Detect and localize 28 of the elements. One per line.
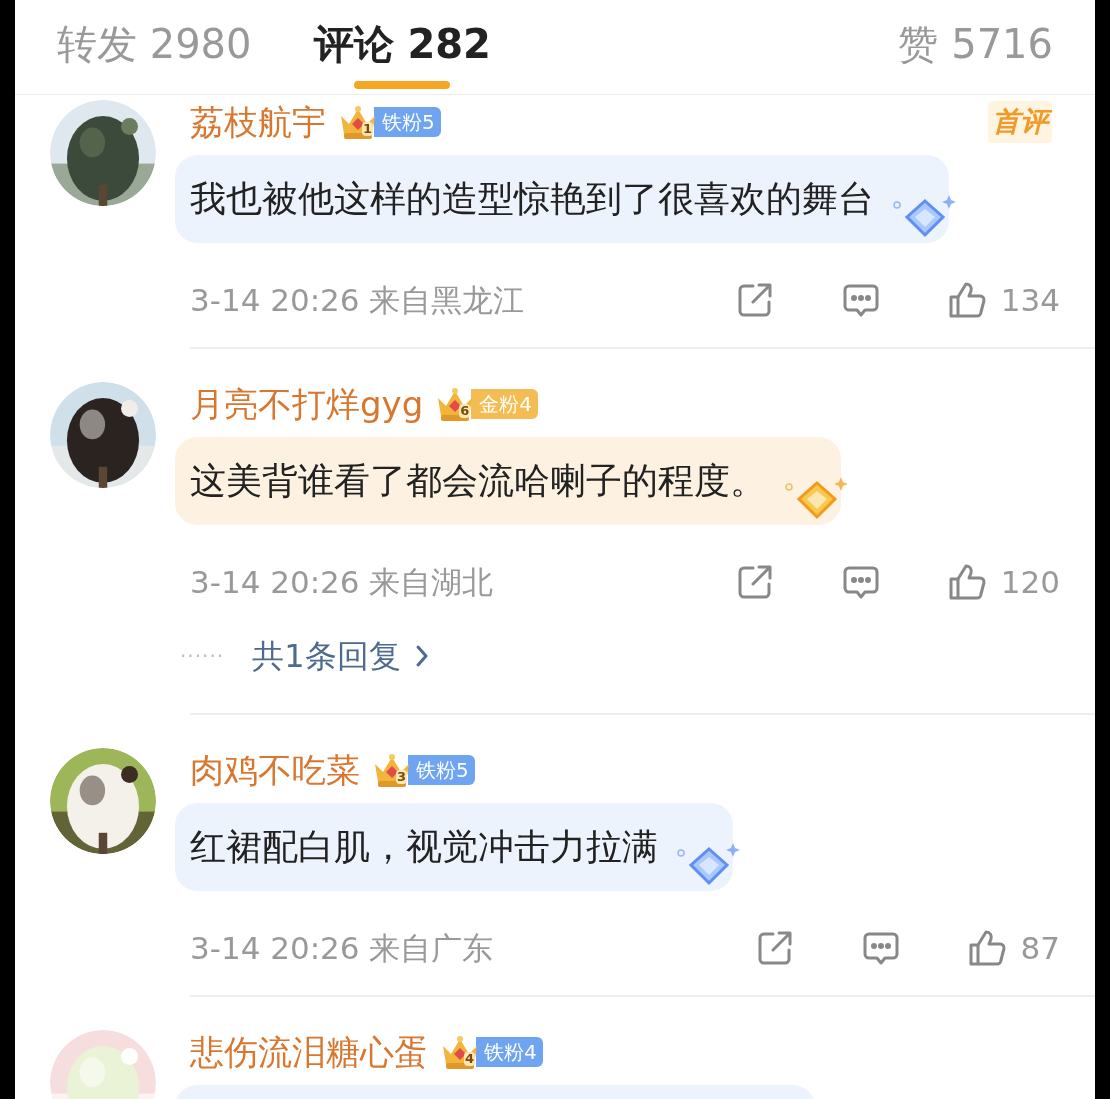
chevron-right-icon: [414, 644, 429, 668]
crown-level: 6: [459, 404, 471, 418]
tab[interactable]: 评论 282: [311, 0, 493, 89]
dots: ······: [180, 643, 225, 670]
fan-level: 铁粉5: [374, 107, 441, 137]
like-count: 134: [1000, 280, 1060, 320]
crown-level: 4: [464, 1052, 476, 1066]
username[interactable]: 月亮不打烊gyg: [190, 382, 424, 426]
fan-level: 铁粉4: [476, 1037, 543, 1067]
comment-time: 3-14 20:26 来自湖北: [190, 562, 494, 602]
comment-time: 3-14 20:26 来自广东: [190, 928, 494, 968]
fan-level: 铁粉5: [408, 755, 475, 785]
username[interactable]: 肉鸡不吃菜: [190, 748, 360, 792]
replies-link[interactable]: 共1条回复: [252, 632, 429, 680]
comment-text: 我也被他这样的造型惊艳到了很喜欢的舞台: [190, 177, 874, 221]
crown-level: 1: [362, 122, 374, 136]
like-count: 87: [1020, 928, 1060, 968]
like-count: 120: [1000, 562, 1060, 602]
comment-text: 这美背谁看了都会流哈喇子的程度。: [190, 459, 766, 503]
comment-time: 3-14 20:26 来自黑龙江: [190, 280, 525, 320]
fan-level: 金粉4: [471, 389, 539, 419]
username[interactable]: 荔枝航宇: [190, 100, 326, 144]
username[interactable]: 悲伤流泪糖心蛋: [190, 1030, 428, 1074]
comment-text: 红裙配白肌，视觉冲击力拉满: [190, 825, 658, 869]
crown-level: 3: [396, 770, 408, 784]
first-comment-tag: 首评: [988, 101, 1052, 143]
tab[interactable]: 转发 2980: [55, 0, 254, 89]
tab[interactable]: 赞 5716: [896, 0, 1055, 89]
